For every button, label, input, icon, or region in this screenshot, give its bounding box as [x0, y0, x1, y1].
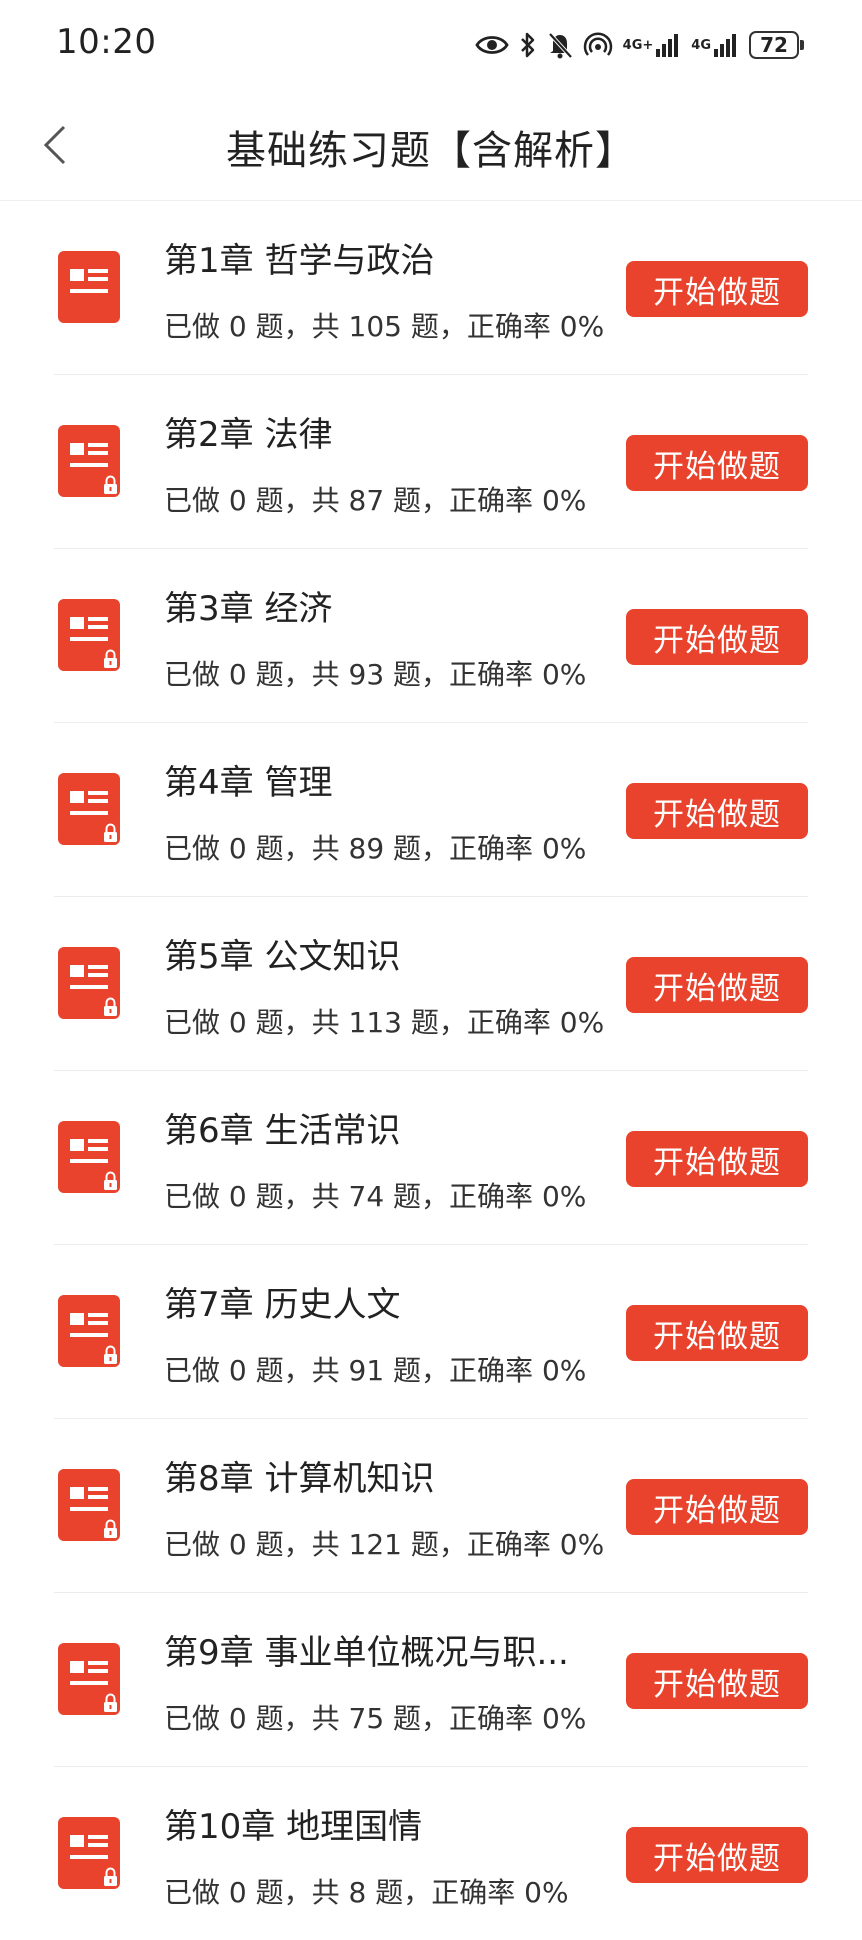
bluetooth-icon [519, 31, 537, 59]
start-practice-button[interactable]: 开始做题 [626, 1827, 808, 1883]
chapter-title: 第6章 生活常识 [164, 1111, 401, 1151]
document-icon [58, 1817, 120, 1889]
chapter-title: 第5章 公文知识 [164, 937, 401, 977]
chapter-title: 第2章 法律 [164, 415, 333, 455]
document-icon [58, 599, 120, 671]
start-practice-button[interactable]: 开始做题 [626, 1479, 808, 1535]
start-practice-button[interactable]: 开始做题 [626, 1131, 808, 1187]
chapter-progress: 已做 0 题，共 93 题，正确率 0% [164, 658, 587, 691]
chapter-progress: 已做 0 题，共 113 题，正确率 0% [164, 1006, 605, 1039]
chapter-title: 第8章 计算机知识 [164, 1459, 435, 1499]
hotspot-icon [583, 31, 613, 59]
list-item-chapter-3[interactable]: 第3章 经济 已做 0 题，共 93 题，正确率 0% 开始做题 [54, 549, 808, 723]
signal-icon: 4G [691, 32, 739, 58]
status-time: 10:20 [56, 22, 157, 62]
network-type-label: 4G [691, 37, 711, 53]
network-type-label: 4G+ [622, 37, 654, 53]
document-icon [58, 1121, 120, 1193]
chapter-progress: 已做 0 题，共 75 题，正确率 0% [164, 1702, 587, 1735]
document-icon [58, 251, 120, 323]
list-item-chapter-8[interactable]: 第8章 计算机知识 已做 0 题，共 121 题，正确率 0% 开始做题 [54, 1419, 808, 1593]
start-practice-button[interactable]: 开始做题 [626, 957, 808, 1013]
document-icon [58, 425, 120, 497]
list-item-chapter-10[interactable]: 第10章 地理国情 已做 0 题，共 8 题，正确率 0% 开始做题 [54, 1767, 808, 1940]
header: 基础练习题【含解析】 [0, 90, 862, 201]
signal-icon: 4G+ [623, 32, 682, 58]
bell-muted-icon [547, 31, 573, 59]
chapter-progress: 已做 0 题，共 8 题，正确率 0% [164, 1876, 569, 1909]
start-practice-button[interactable]: 开始做题 [626, 783, 808, 839]
chapter-progress: 已做 0 题，共 89 题，正确率 0% [164, 832, 587, 865]
battery-icon: 72 [749, 31, 804, 59]
document-icon [58, 947, 120, 1019]
list-item-chapter-5[interactable]: 第5章 公文知识 已做 0 题，共 113 题，正确率 0% 开始做题 [54, 897, 808, 1071]
list-item-chapter-2[interactable]: 第2章 法律 已做 0 题，共 87 题，正确率 0% 开始做题 [54, 375, 808, 549]
chapter-list: 第1章 哲学与政治 已做 0 题，共 105 题，正确率 0% 开始做题 第2章… [0, 201, 862, 1940]
start-practice-button[interactable]: 开始做题 [626, 609, 808, 665]
start-practice-button[interactable]: 开始做题 [626, 261, 808, 317]
document-icon [58, 773, 120, 845]
chapter-title: 第4章 管理 [164, 763, 333, 803]
chapter-title: 第10章 地理国情 [164, 1807, 423, 1847]
list-item-chapter-4[interactable]: 第4章 管理 已做 0 题，共 89 题，正确率 0% 开始做题 [54, 723, 808, 897]
document-icon [58, 1469, 120, 1541]
document-icon [58, 1295, 120, 1367]
chapter-progress: 已做 0 题，共 91 题，正确率 0% [164, 1354, 587, 1387]
start-practice-button[interactable]: 开始做题 [626, 1305, 808, 1361]
chapter-progress: 已做 0 题，共 74 题，正确率 0% [164, 1180, 587, 1213]
list-item-chapter-1[interactable]: 第1章 哲学与政治 已做 0 题，共 105 题，正确率 0% 开始做题 [54, 201, 808, 375]
list-item-chapter-7[interactable]: 第7章 历史人文 已做 0 题，共 91 题，正确率 0% 开始做题 [54, 1245, 808, 1419]
start-practice-button[interactable]: 开始做题 [626, 1653, 808, 1709]
status-icons: 4G+ 4G 72 [475, 26, 804, 64]
chapter-progress: 已做 0 题，共 87 题，正确率 0% [164, 484, 587, 517]
battery-level: 72 [749, 31, 799, 59]
list-item-chapter-6[interactable]: 第6章 生活常识 已做 0 题，共 74 题，正确率 0% 开始做题 [54, 1071, 808, 1245]
chapter-title: 第1章 哲学与政治 [164, 241, 435, 281]
chapter-title: 第3章 经济 [164, 589, 333, 629]
eye-icon [475, 33, 509, 57]
chapter-title: 第7章 历史人文 [164, 1285, 401, 1325]
list-item-chapter-9[interactable]: 第9章 事业单位概况与职... 已做 0 题，共 75 题，正确率 0% 开始做… [54, 1593, 808, 1767]
chapter-title: 第9章 事业单位概况与职... [164, 1633, 569, 1673]
status-bar: 10:20 4G+ 4G 72 [0, 0, 862, 90]
chapter-progress: 已做 0 题，共 121 题，正确率 0% [164, 1528, 605, 1561]
chapter-progress: 已做 0 题，共 105 题，正确率 0% [164, 310, 605, 343]
document-icon [58, 1643, 120, 1715]
start-practice-button[interactable]: 开始做题 [626, 435, 808, 491]
page-title: 基础练习题【含解析】 [226, 128, 636, 174]
